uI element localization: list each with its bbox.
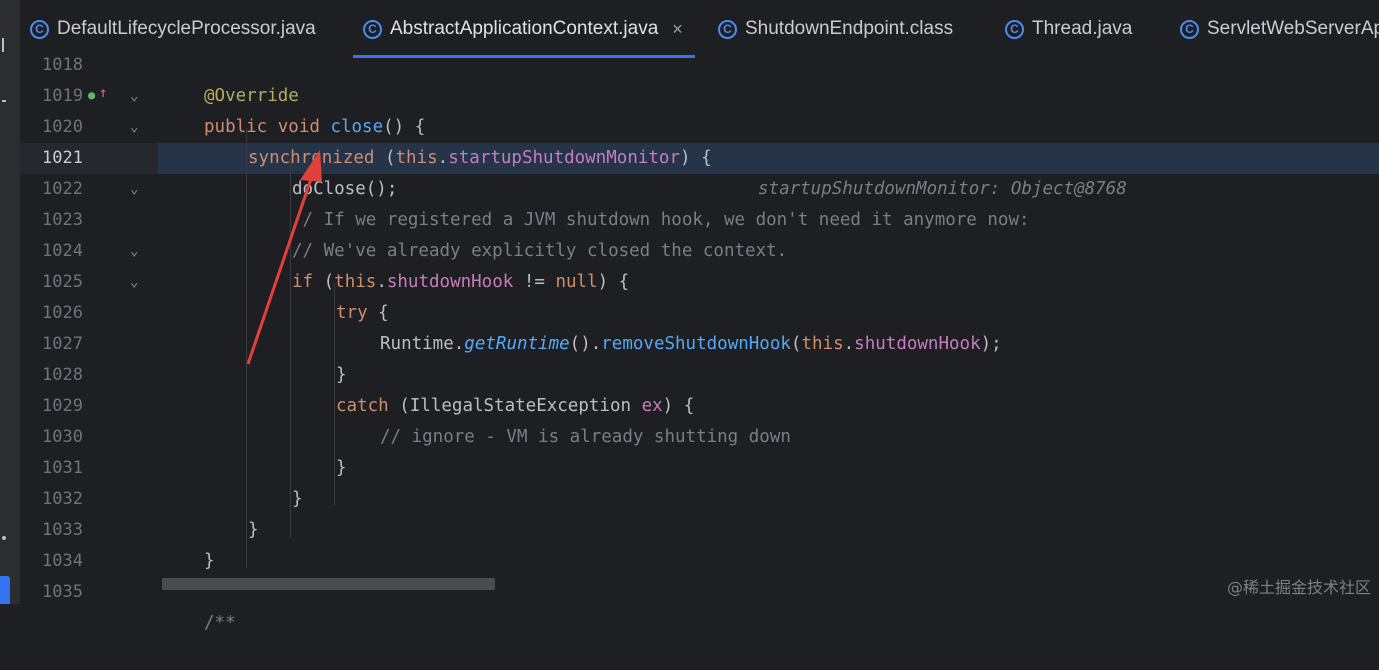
arrow-shaft (246, 175, 314, 365)
annotation-arrow (246, 150, 322, 365)
arrow-head (300, 150, 322, 182)
horizontal-scrollbar[interactable] (162, 578, 495, 590)
watermark: @稀土掘金技术社区 (1226, 578, 1371, 597)
comment: /** (204, 613, 236, 633)
